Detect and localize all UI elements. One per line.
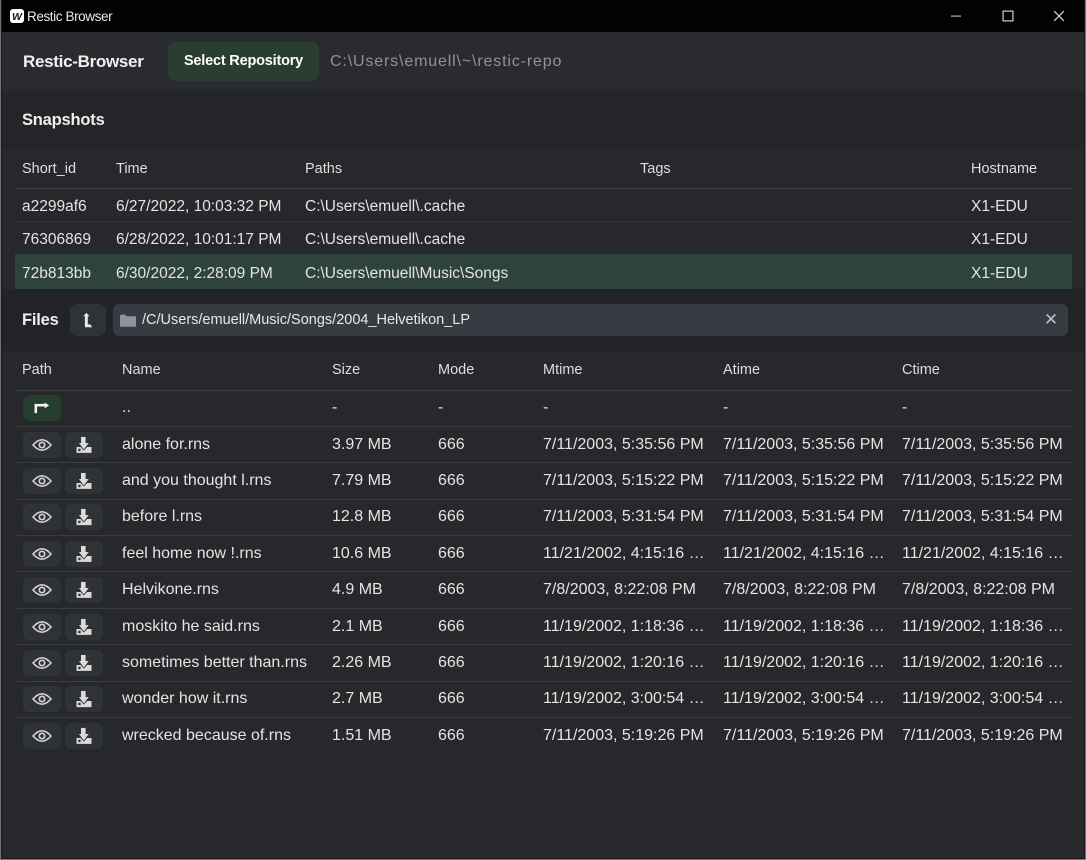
svg-text:W: W — [12, 11, 23, 23]
